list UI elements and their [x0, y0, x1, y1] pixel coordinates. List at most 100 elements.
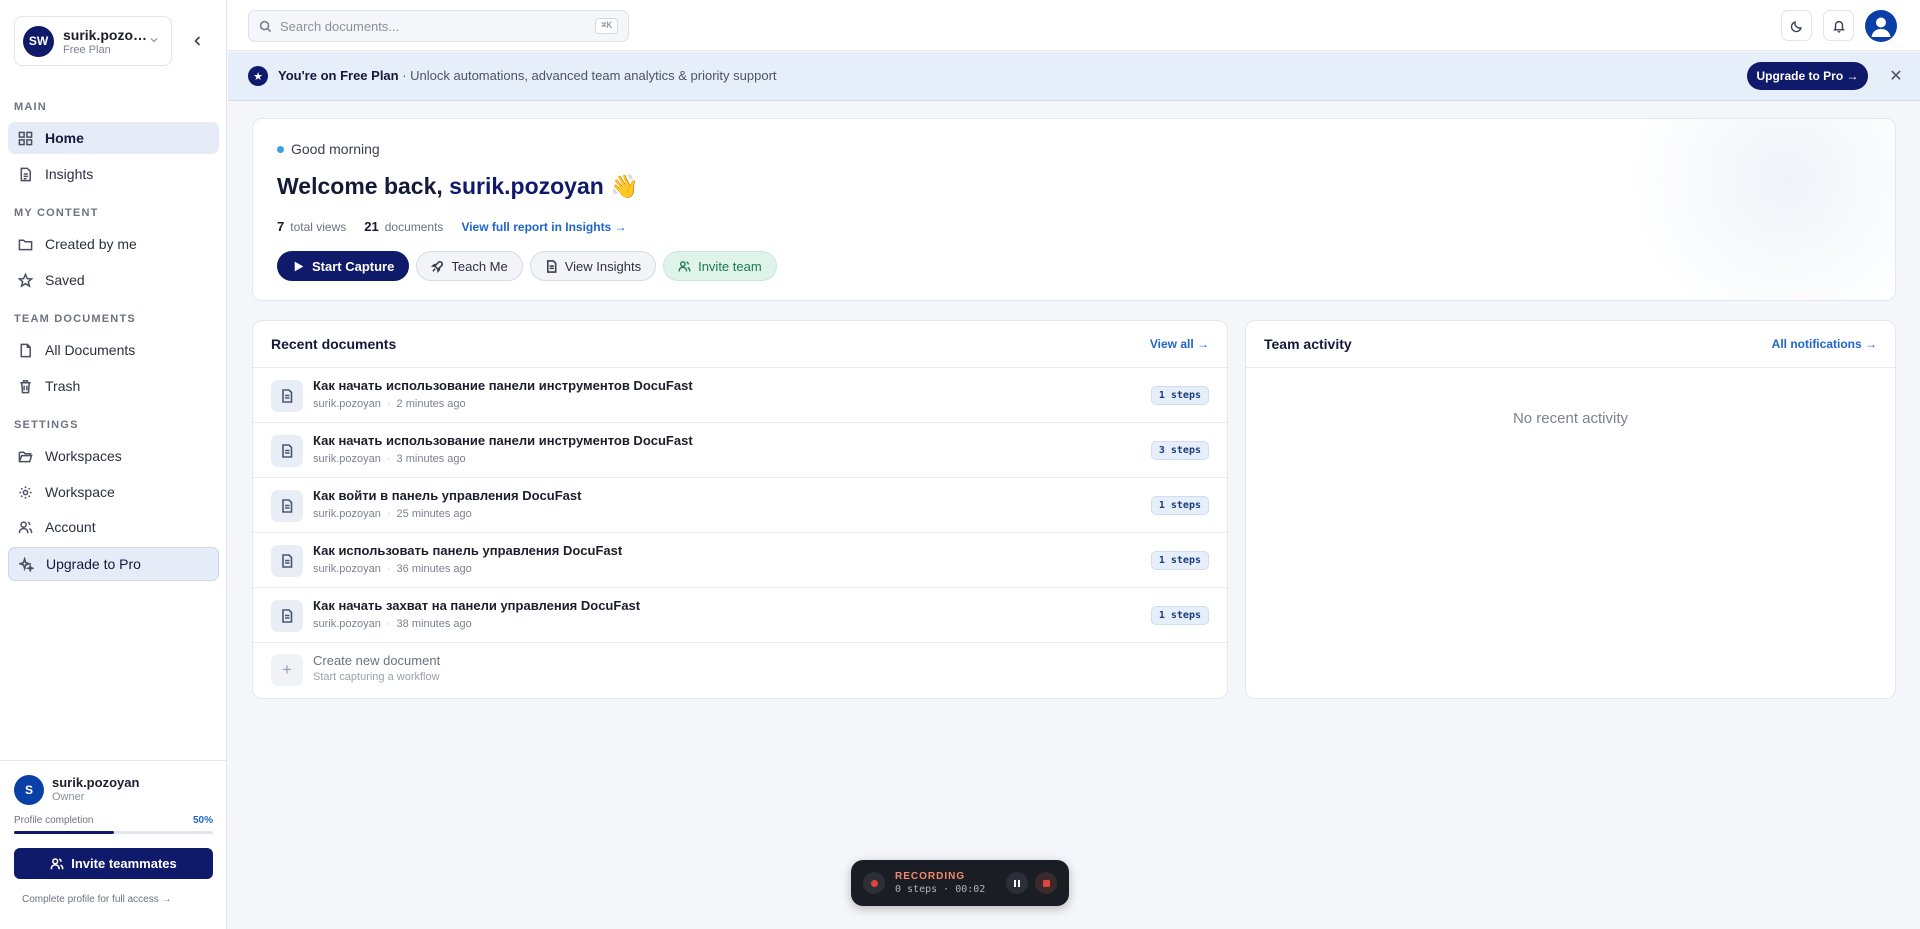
profile-panel: S surik.pozoyan Owner Profile completion… — [0, 760, 227, 929]
profile-completion-percent: 50% — [192, 815, 213, 826]
sidebar-item-home[interactable]: Home — [8, 122, 219, 154]
sidebar-item-upgrade[interactable]: Upgrade to Pro — [8, 547, 219, 581]
user-avatar[interactable] — [1865, 10, 1897, 42]
welcome-card: Good morning Welcome back, surik.pozoyan… — [252, 118, 1896, 301]
sidebar-item-label: Account — [45, 519, 96, 535]
workspace-switcher[interactable]: SW surik.pozoy… Free Plan — [14, 16, 172, 66]
document-meta: surik.pozoyan · 25 minutes ago — [313, 508, 472, 520]
document-icon — [271, 600, 303, 632]
document-icon — [271, 435, 303, 467]
table-row[interactable]: Как войти в панель управления DocuFast su… — [253, 478, 1227, 533]
folder-open-icon — [18, 451, 33, 462]
sidebar-item-all-documents[interactable]: All Documents — [8, 334, 219, 366]
notifications-button[interactable] — [1823, 10, 1854, 41]
document-author: surik.pozoyan — [313, 618, 381, 630]
all-notifications-link[interactable]: All notifications → — [1772, 337, 1877, 351]
steps-badge: 1 steps — [1150, 551, 1209, 570]
document-meta: surik.pozoyan · 2 minutes ago — [313, 398, 466, 410]
document-time: 36 minutes ago — [396, 563, 472, 575]
section-main: MAIN — [14, 101, 47, 113]
workspace-name: surik.pozoy… — [63, 26, 149, 43]
profile-completion-fill — [14, 831, 114, 834]
avatar[interactable]: S — [14, 775, 44, 805]
document-title: Как использовать панель управления DocuF… — [313, 543, 623, 558]
start-capture-label: Start Capture — [312, 258, 395, 274]
stop-button[interactable] — [1035, 872, 1057, 894]
sidebar-item-account[interactable]: Account — [8, 511, 219, 543]
record-indicator-icon — [863, 872, 885, 894]
steps-badge: 1 steps — [1150, 386, 1209, 405]
sidebar-item-workspace[interactable]: Workspace — [8, 476, 219, 508]
document-author: surik.pozoyan — [313, 563, 381, 575]
document-author: surik.pozoyan — [313, 508, 381, 520]
view-report-link[interactable]: View full report in Insights → — [461, 220, 626, 234]
search-input[interactable] — [280, 18, 596, 34]
top-bar: ⌘K — [228, 0, 1920, 51]
card-header: Team activity All notifications → — [1246, 321, 1895, 368]
views-count: 7 — [277, 219, 285, 234]
theme-toggle-button[interactable] — [1781, 10, 1812, 41]
team-activity-title: Team activity — [1264, 336, 1352, 352]
document-icon — [546, 259, 557, 273]
pause-button[interactable] — [1006, 872, 1028, 894]
upgrade-to-pro-button[interactable]: Upgrade to Pro → — [1747, 62, 1868, 90]
start-capture-button[interactable]: Start Capture — [277, 251, 410, 281]
sidebar-item-created-by-me[interactable]: Created by me — [8, 228, 219, 260]
greeting: Good morning — [277, 141, 380, 157]
sidebar-item-label: Saved — [45, 272, 85, 288]
profile-completion-bar — [14, 831, 213, 834]
steps-badge: 1 steps — [1150, 606, 1209, 625]
sidebar-item-saved[interactable]: Saved — [8, 264, 219, 296]
sidebar-item-label: Workspace — [45, 484, 115, 500]
docs-label: documents — [384, 219, 444, 234]
team-activity-card: Team activity All notifications → No rec… — [1245, 320, 1896, 699]
document-list: Как начать использование панели инструме… — [253, 368, 1227, 643]
table-row[interactable]: Как использовать панель управления DocuF… — [253, 533, 1227, 588]
invite-team-button[interactable]: Invite team — [663, 251, 777, 281]
view-insights-button[interactable]: View Insights — [529, 251, 657, 281]
recording-label: RECORDING — [895, 871, 966, 882]
sidebar-item-label: Workspaces — [45, 448, 122, 464]
steps-badge: 1 steps — [1150, 496, 1209, 515]
document-icon — [271, 545, 303, 577]
sidebar: SW surik.pozoy… Free Plan MAIN Home Insi… — [0, 0, 227, 929]
sidebar-item-insights[interactable]: Insights — [8, 158, 219, 190]
document-icon — [20, 167, 31, 181]
view-all-link[interactable]: View all → — [1150, 337, 1209, 351]
grid-icon — [18, 131, 33, 145]
chevron-left-icon — [194, 36, 201, 46]
sidebar-item-label: Insights — [45, 166, 94, 182]
table-row[interactable]: Как начать использование панели инструме… — [253, 368, 1227, 423]
teach-me-button[interactable]: Teach Me — [416, 251, 523, 281]
create-document-row[interactable]: + Create new document Start capturing a … — [253, 643, 1227, 696]
page-title: Welcome back, surik.pozoyan 👋 — [277, 173, 639, 200]
sidebar-item-trash[interactable]: Trash — [8, 370, 219, 402]
bell-icon — [1832, 20, 1845, 33]
invite-team-label: Invite team — [698, 258, 762, 274]
invite-teammates-button[interactable]: Invite teammates — [14, 848, 213, 879]
banner-message: You're on Free Plan · Unlock automations… — [278, 68, 777, 83]
table-row[interactable]: Как начать захват на панели управления D… — [253, 588, 1227, 643]
file-icon — [20, 343, 31, 357]
create-document-title: Create new document — [313, 653, 441, 668]
plus-icon: + — [271, 654, 303, 686]
profile-role: Owner — [52, 791, 85, 803]
document-time: 25 minutes ago — [396, 508, 472, 520]
document-meta: surik.pozoyan · 38 minutes ago — [313, 618, 472, 630]
recording-widget: RECORDING 0 steps · 00:02 — [851, 860, 1069, 906]
section-settings: SETTINGS — [14, 419, 79, 431]
complete-profile-link[interactable]: Complete profile for full access → — [22, 894, 172, 905]
close-icon[interactable]: ✕ — [1887, 67, 1905, 85]
banner-detail: · Unlock automations, advanced team anal… — [398, 68, 777, 83]
sidebar-item-label: Upgrade to Pro — [46, 556, 141, 572]
sidebar-item-workspaces[interactable]: Workspaces — [8, 440, 219, 472]
separator-dot: · — [386, 508, 391, 520]
document-time: 3 minutes ago — [396, 453, 466, 465]
sidebar-item-label: Trash — [45, 378, 81, 394]
table-row[interactable]: Как начать использование панели инструме… — [253, 423, 1227, 478]
search-box[interactable]: ⌘K — [248, 10, 629, 42]
section-team-documents: TEAM DOCUMENTS — [14, 313, 136, 325]
collapse-sidebar-button[interactable] — [188, 31, 208, 51]
document-time: 38 minutes ago — [396, 618, 472, 630]
welcome-prefix: Welcome back, — [277, 173, 450, 199]
